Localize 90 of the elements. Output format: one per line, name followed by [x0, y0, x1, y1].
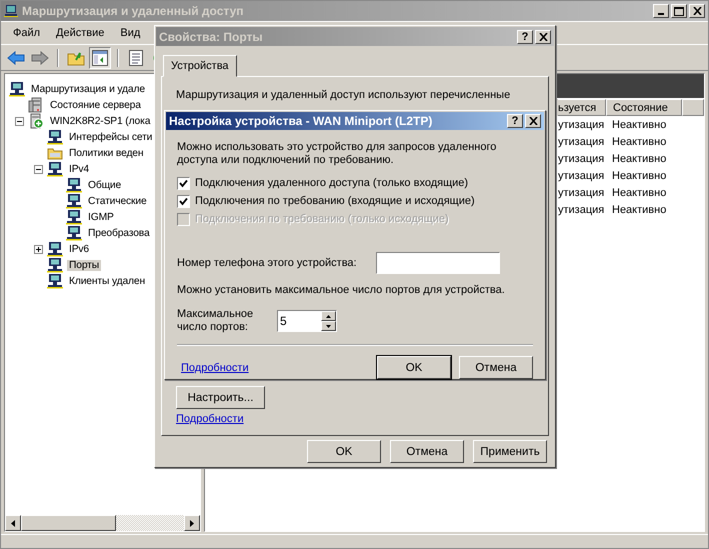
server-icon — [28, 97, 44, 113]
network-computer-icon — [66, 177, 82, 193]
back-arrow-icon — [7, 50, 25, 64]
maximize-button[interactable] — [671, 4, 687, 18]
tree-item[interactable]: Порты — [67, 260, 101, 270]
checkbox[interactable] — [177, 176, 190, 190]
table-cell-text: Неактивно — [611, 118, 668, 130]
table-cell-text: Неактивно — [611, 136, 668, 148]
tree-item[interactable]: Преобразова — [86, 228, 152, 238]
close-button[interactable] — [525, 114, 541, 128]
max-ports-label: Максимальное число портов: — [177, 308, 254, 334]
minimize-button[interactable] — [653, 4, 669, 18]
computer-icon — [4, 4, 18, 18]
network-computer-icon — [47, 129, 63, 145]
menu-item[interactable]: Файл — [5, 27, 48, 39]
phone-label: Номер телефона этого устройства: — [177, 257, 357, 269]
maximize-icon — [674, 6, 684, 16]
network-computer-icon — [47, 241, 63, 257]
column-header[interactable]: ьзуется — [558, 99, 606, 116]
table-cell-text: утизация — [558, 170, 606, 182]
close-icon — [538, 32, 548, 40]
dialog-title: Настройка устройства - WAN Miniport (L2TP) — [169, 114, 432, 128]
dialog-title: Свойства: Порты — [159, 30, 263, 44]
window-title: Маршрутизация и удаленный доступ — [22, 4, 244, 18]
column-header[interactable] — [682, 99, 704, 116]
close-icon — [692, 7, 702, 15]
server-icon — [28, 113, 44, 129]
tree-item[interactable]: IGMP — [86, 212, 116, 222]
tab[interactable]: Устройства — [163, 55, 237, 77]
network-computer-icon — [66, 193, 82, 209]
tree-item[interactable]: WIN2K8R2-SP1 (лока — [48, 116, 152, 126]
dialog-button[interactable]: Отмена — [459, 356, 533, 379]
tree-item[interactable]: IPv4 — [67, 164, 92, 174]
dialog-button[interactable]: Отмена — [390, 440, 464, 463]
network-computer-icon — [47, 273, 63, 289]
description-text: Маршрутизация и удаленный доступ используют перечисленные — [176, 89, 510, 102]
help-button[interactable]: ? — [517, 30, 533, 44]
forward-arrow-icon — [31, 50, 49, 64]
tree-item[interactable]: Клиенты удален — [67, 276, 148, 286]
checkbox[interactable] — [177, 194, 190, 208]
phone-field[interactable] — [376, 252, 500, 274]
close-icon — [528, 117, 538, 125]
menu-item[interactable]: Действие — [48, 27, 112, 39]
table-cell-text: Неактивно — [611, 186, 668, 198]
tree-item[interactable]: Интерфейсы сети — [67, 132, 154, 142]
dialog-button[interactable]: OK — [377, 356, 451, 379]
expand-toggle-icon[interactable] — [34, 164, 43, 174]
details-link[interactable]: Подробности — [181, 362, 249, 374]
network-computer-icon — [47, 161, 63, 177]
network-computer-icon — [9, 81, 25, 97]
table-cell-text: утизация — [558, 152, 606, 164]
checkbox-label: Подключения удаленного доступа (только входящие) — [195, 177, 468, 189]
table-cell-text: утизация — [558, 118, 606, 130]
tree-item[interactable]: Общие — [86, 180, 124, 190]
intro-text: Можно использовать это устройство для запросов удаленного доступа или подключений по требованию. — [177, 141, 498, 167]
right-arrow-icon — [190, 520, 194, 526]
network-computer-icon — [66, 209, 82, 225]
dialog-button[interactable]: OK — [307, 440, 381, 463]
document-icon — [128, 50, 144, 66]
column-header[interactable]: Состояние — [606, 99, 682, 116]
tree-item[interactable]: IPv6 — [67, 244, 92, 254]
configure-button[interactable]: Настроить... — [176, 386, 265, 409]
network-computer-icon — [47, 257, 63, 273]
horizontal-scrollbar[interactable] — [5, 515, 200, 531]
checkbox-label: Подключения по требованию (входящие и исходящие) — [195, 195, 475, 207]
console-tree-button[interactable] — [89, 46, 111, 68]
window-panes-icon — [92, 50, 108, 66]
table-cell-text: Неактивно — [611, 204, 668, 216]
tree-item[interactable]: Статические — [86, 196, 149, 206]
table-cell-text: утизация — [558, 186, 606, 198]
table-cell-text: Неактивно — [611, 152, 668, 164]
help-button[interactable]: ? — [507, 114, 523, 128]
menu-item[interactable]: Вид — [112, 27, 148, 39]
tree-item[interactable]: Политики веден — [67, 148, 146, 158]
table-cell-text: утизация — [558, 204, 606, 216]
close-button[interactable] — [689, 4, 705, 18]
tree-item[interactable]: Маршрутизация и удале — [29, 84, 147, 94]
details-link[interactable]: Подробности — [176, 413, 244, 425]
tree-item[interactable]: Состояние сервера — [48, 100, 143, 110]
dialog-button[interactable]: Применить — [473, 440, 547, 463]
left-arrow-icon — [11, 520, 15, 526]
max-ports-spinner[interactable]: 5 — [277, 310, 337, 332]
table-cell-text: Неактивно — [611, 170, 668, 182]
folder-icon — [67, 50, 85, 66]
close-button[interactable] — [535, 30, 551, 44]
ports-note: Можно установить максимальное число портов для устройства. — [177, 284, 506, 296]
expand-toggle-icon[interactable] — [15, 116, 24, 126]
network-computer-icon — [66, 225, 82, 241]
expand-toggle-icon[interactable] — [34, 244, 43, 254]
table-cell-text: утизация — [558, 136, 606, 148]
